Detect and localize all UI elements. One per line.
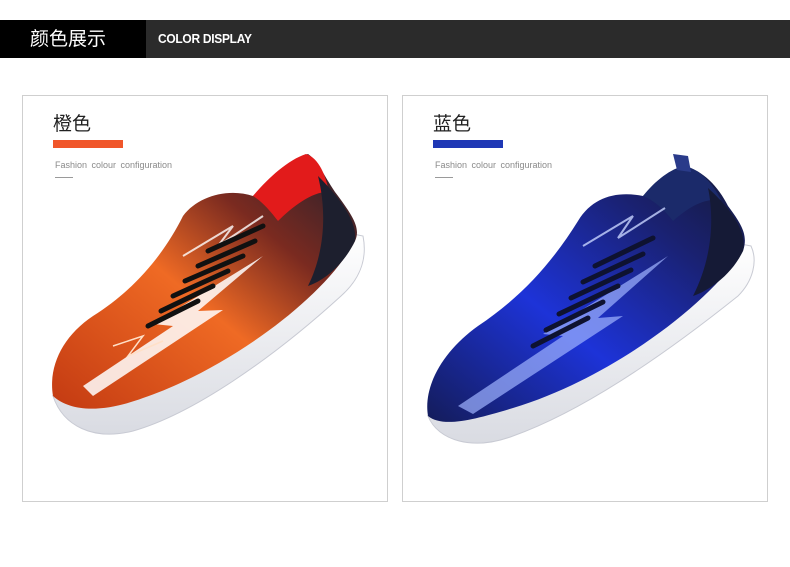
divider-dash: [55, 177, 73, 178]
card-title: 橙色: [53, 113, 92, 135]
divider-dash: [435, 177, 453, 178]
card-subtitle: Fashion colour configuration: [435, 160, 553, 170]
card-title: 蓝色: [433, 113, 472, 135]
header-title-en: COLOR DISPLAY: [158, 31, 252, 46]
header-title-cn: 颜色展示: [0, 20, 146, 58]
product-card-blue: 蓝色 Fashion colour configuration: [402, 95, 768, 502]
product-card-orange: 橙色 Fashion colour configuration: [22, 95, 388, 502]
title-accent-bar: [433, 140, 503, 148]
orange-sneaker-image: [52, 154, 365, 435]
blue-sneaker-image: [427, 154, 755, 444]
card-subtitle: Fashion colour configuration: [55, 160, 173, 170]
title-accent-bar: [53, 140, 123, 148]
header-bar: 颜色展示 COLOR DISPLAY: [0, 20, 790, 58]
